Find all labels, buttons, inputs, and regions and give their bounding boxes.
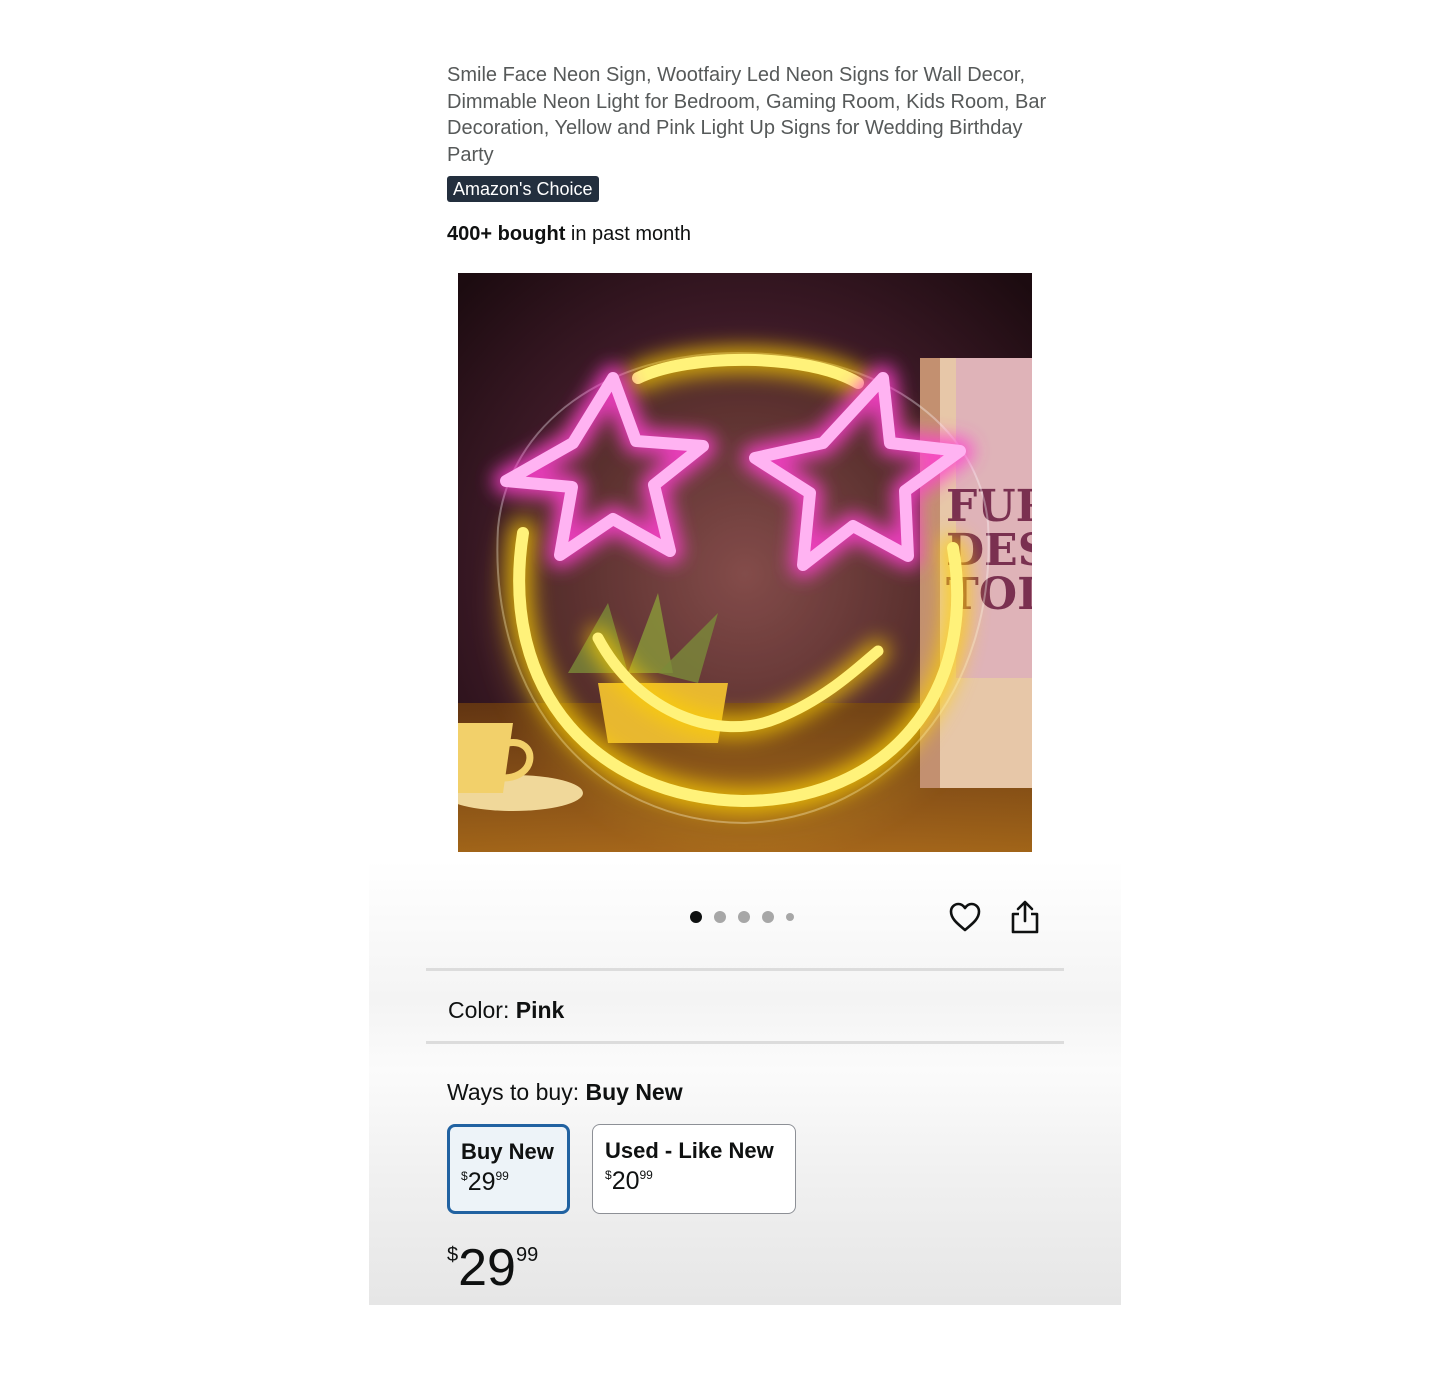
color-value: Pink	[515, 997, 565, 1023]
pagination-dot-5[interactable]	[786, 913, 794, 921]
book-prop: FURI DESI TODA	[920, 358, 1032, 788]
main-price-whole: 29	[458, 1239, 516, 1297]
pagination-dot-4[interactable]	[762, 911, 774, 923]
used-like-new-option[interactable]: Used - Like New $2099	[592, 1124, 796, 1214]
ways-to-buy-heading: Ways to buy: Buy New	[447, 1077, 683, 1107]
price-whole: 20	[611, 1167, 640, 1195]
pagination-dot-1[interactable]	[690, 911, 702, 923]
product-image[interactable]: FURI DESI TODA	[458, 273, 1032, 852]
buy-new-option-price: $2999	[461, 1168, 567, 1197]
divider-bottom	[426, 1041, 1064, 1044]
bought-suffix: in past month	[565, 223, 691, 245]
price-fraction: 99	[495, 1169, 509, 1183]
price-currency: $	[605, 1168, 612, 1182]
image-pagination-dots[interactable]	[690, 910, 794, 924]
divider-top	[426, 968, 1064, 971]
color-label: Color:	[448, 997, 510, 1023]
buy-new-option[interactable]: Buy New $2999	[447, 1124, 570, 1214]
bought-count: 400+ bought	[447, 223, 566, 245]
ways-to-buy-value: Buy New	[585, 1079, 683, 1105]
pagination-dot-2[interactable]	[714, 911, 726, 923]
pagination-dot-3[interactable]	[738, 911, 750, 923]
main-price-fraction: 99	[515, 1244, 539, 1266]
bought-in-past-month: 400+ bought in past month	[447, 220, 691, 248]
amazons-choice-badge: Amazon's Choice	[447, 176, 599, 202]
price-fraction: 99	[639, 1168, 653, 1182]
ways-to-buy-label: Ways to buy:	[447, 1079, 580, 1105]
used-like-new-option-label: Used - Like New	[605, 1138, 774, 1163]
price-currency: $	[461, 1169, 468, 1183]
used-like-new-option-price: $2099	[605, 1167, 795, 1196]
main-price-currency: $	[447, 1244, 459, 1266]
price-whole: 29	[467, 1168, 496, 1196]
heart-icon[interactable]	[948, 900, 982, 934]
color-selection[interactable]: Color: Pink	[448, 995, 564, 1025]
product-title[interactable]: Smile Face Neon Sign, Wootfairy Led Neon…	[447, 62, 1047, 168]
main-price: $2999	[447, 1240, 538, 1296]
buy-new-option-label: Buy New	[461, 1139, 554, 1164]
share-icon[interactable]	[1009, 899, 1041, 935]
